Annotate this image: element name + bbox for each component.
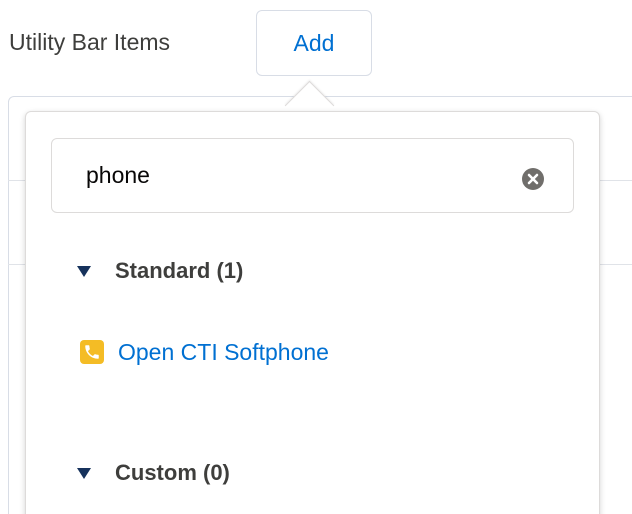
section-custom-title: Custom (0) bbox=[115, 460, 230, 485]
search-input[interactable] bbox=[86, 153, 506, 197]
triangle-down-icon bbox=[77, 467, 91, 479]
triangle-down-icon bbox=[77, 265, 91, 277]
phone-icon bbox=[80, 340, 104, 364]
section-standard-title: Standard (1) bbox=[115, 258, 244, 283]
section-standard-toggle[interactable]: Standard (1) bbox=[77, 256, 243, 286]
popover-nubbin-cover bbox=[280, 112, 340, 136]
utility-bar-setup: Utility Bar Items Add Standard (1) Open … bbox=[0, 0, 632, 514]
result-item-label: Open CTI Softphone bbox=[118, 338, 329, 365]
utility-bar-items-label: Utility Bar Items bbox=[9, 29, 171, 55]
add-button[interactable]: Add bbox=[256, 10, 372, 76]
result-item-open-cti-softphone[interactable]: Open CTI Softphone bbox=[80, 336, 329, 368]
section-custom-toggle[interactable]: Custom (0) bbox=[77, 458, 230, 488]
search-box bbox=[51, 138, 574, 213]
clear-icon[interactable] bbox=[521, 167, 545, 191]
